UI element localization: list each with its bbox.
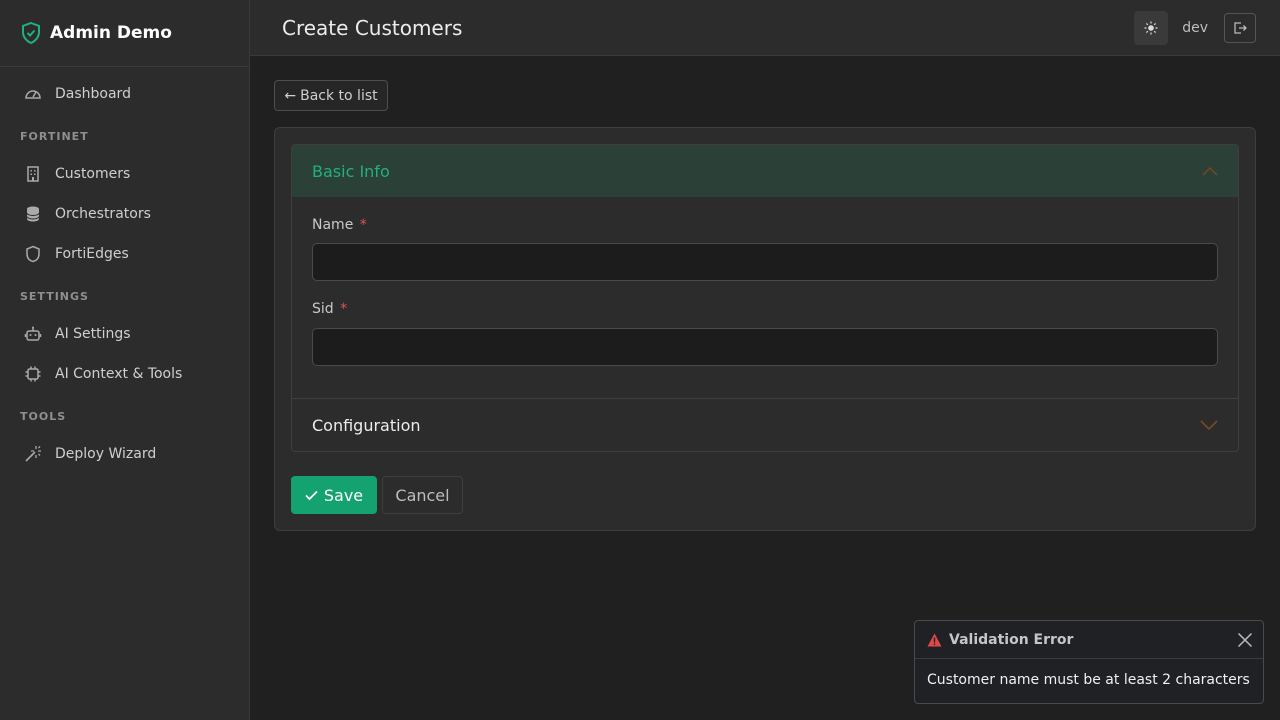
sidebar: Admin Demo Dashboard FORTINET Customers … xyxy=(0,0,250,720)
toast-message: Customer name must be at least 2 charact… xyxy=(927,672,1250,688)
chevron-down-icon xyxy=(1200,420,1218,430)
arrow-left-icon: ← xyxy=(284,87,297,104)
sid-label-text: Sid xyxy=(312,301,334,317)
sidebar-item-dashboard[interactable]: Dashboard xyxy=(0,74,249,114)
header-actions: dev xyxy=(1134,10,1256,45)
required-marker: * xyxy=(359,217,367,233)
section-header-configuration[interactable]: Configuration xyxy=(292,398,1238,451)
form-card: Basic Info Name * Sid * Configuration Sa… xyxy=(274,127,1256,531)
gauge-icon xyxy=(24,85,42,103)
section-title-configuration: Configuration xyxy=(312,415,421,435)
magic-wand-icon xyxy=(24,445,42,463)
header: Create Customers dev xyxy=(250,0,1280,56)
back-to-list-label: Back to list xyxy=(300,87,378,104)
shield-check-icon xyxy=(20,21,42,45)
chip-icon xyxy=(24,365,42,383)
sidebar-item-label: Dashboard xyxy=(55,86,131,102)
building-icon xyxy=(24,165,42,183)
sun-icon xyxy=(1144,21,1158,35)
database-icon xyxy=(24,205,42,223)
sidebar-item-label: AI Settings xyxy=(55,326,131,342)
sidebar-item-deploy-wizard[interactable]: Deploy Wizard xyxy=(0,434,249,474)
required-marker: * xyxy=(340,301,348,317)
sidebar-item-ai-context-tools[interactable]: AI Context & Tools xyxy=(0,354,249,394)
save-button[interactable]: Save xyxy=(291,476,377,514)
sidebar-item-orchestrators[interactable]: Orchestrators xyxy=(0,194,249,234)
back-to-list-button[interactable]: ← Back to list xyxy=(274,80,388,111)
cancel-button[interactable]: Cancel xyxy=(382,476,463,514)
name-input[interactable] xyxy=(312,243,1218,281)
shield-icon xyxy=(24,245,42,263)
sidebar-nav: Dashboard FORTINET Customers Orchestrato… xyxy=(0,67,249,474)
section-header-basic-info[interactable]: Basic Info xyxy=(292,145,1238,197)
basic-info-body: Name * Sid * xyxy=(292,197,1238,398)
sid-field-label: Sid * xyxy=(312,301,347,317)
nav-section-settings: SETTINGS xyxy=(20,290,89,303)
toast-title: Validation Error xyxy=(949,631,1074,648)
check-icon xyxy=(305,490,318,501)
save-label: Save xyxy=(323,485,364,505)
page-title: Create Customers xyxy=(282,15,463,40)
sidebar-item-label: FortiEdges xyxy=(55,246,129,262)
sidebar-item-label: Customers xyxy=(55,166,131,182)
name-field-label: Name * xyxy=(312,217,367,233)
username[interactable]: dev xyxy=(1182,20,1208,36)
close-icon[interactable] xyxy=(1237,632,1253,648)
sid-input[interactable] xyxy=(312,328,1218,366)
logout-button[interactable] xyxy=(1224,12,1256,43)
theme-toggle-button[interactable] xyxy=(1134,10,1169,45)
sidebar-item-fortiedges[interactable]: FortiEdges xyxy=(0,234,249,274)
validation-error-toast: Validation Error Customer name must be a… xyxy=(914,620,1264,704)
robot-icon xyxy=(24,325,42,343)
sidebar-item-label: Deploy Wizard xyxy=(55,446,157,462)
chevron-up-icon xyxy=(1202,166,1218,176)
name-label-text: Name xyxy=(312,217,354,233)
app-name: Admin Demo xyxy=(50,23,172,43)
toast-header: Validation Error xyxy=(915,621,1263,659)
logout-icon xyxy=(1233,21,1247,35)
sidebar-item-ai-settings[interactable]: AI Settings xyxy=(0,314,249,354)
cancel-label: Cancel xyxy=(395,485,450,505)
brand[interactable]: Admin Demo xyxy=(0,0,249,67)
sidebar-item-label: Orchestrators xyxy=(55,206,151,222)
sidebar-item-customers[interactable]: Customers xyxy=(0,154,249,194)
warning-icon xyxy=(927,633,942,647)
section-title-basic-info: Basic Info xyxy=(312,161,390,181)
nav-section-fortinet: FORTINET xyxy=(20,130,89,143)
nav-section-tools: TOOLS xyxy=(20,410,67,423)
form-accordion: Basic Info Name * Sid * Configuration xyxy=(291,144,1239,452)
sidebar-item-label: AI Context & Tools xyxy=(55,366,183,382)
